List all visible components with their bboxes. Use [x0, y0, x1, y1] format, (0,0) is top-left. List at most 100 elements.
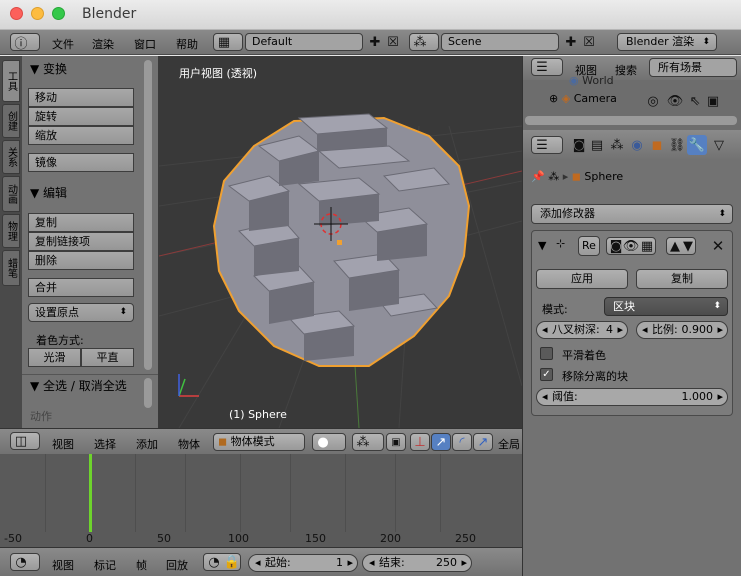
- remove-disconnected-checkbox[interactable]: ✓: [540, 368, 553, 381]
- collapse-icon[interactable]: ▼: [538, 239, 546, 252]
- delete-layout-icon[interactable]: ☒: [385, 34, 401, 50]
- transform-header[interactable]: ▼ 变换: [30, 60, 67, 77]
- end-frame-value: 250: [436, 556, 457, 569]
- add-scene-icon[interactable]: ✚: [563, 34, 579, 50]
- tab-grease-pencil[interactable]: 蜡笔: [2, 250, 20, 286]
- menu-marker[interactable]: 标记: [94, 557, 116, 573]
- scene-field[interactable]: Scene: [441, 33, 559, 51]
- pin-icon[interactable]: 📌: [531, 170, 545, 183]
- copy-button[interactable]: 复制: [636, 269, 728, 289]
- outliner-scrollbar[interactable]: [525, 116, 737, 125]
- screen-layout-field[interactable]: Default: [245, 33, 363, 51]
- tab-relations[interactable]: 关系: [2, 140, 20, 174]
- tab-physics[interactable]: 物理: [2, 214, 20, 248]
- mode-dropdown[interactable]: 区块 ⬍: [604, 297, 728, 316]
- render-engine-dropdown[interactable]: Blender 渲染 ⬍: [617, 33, 717, 51]
- scale-button[interactable]: 缩放: [28, 126, 134, 145]
- data-tab-icon[interactable]: ▽: [711, 137, 727, 153]
- maximize-window-button[interactable]: [52, 7, 65, 20]
- menu-render[interactable]: 渲染: [92, 36, 114, 52]
- viewport-scene: [159, 113, 522, 428]
- octree-depth-field[interactable]: ◂ 八叉树深: 4 ▸: [536, 321, 628, 339]
- outliner-item-world[interactable]: ◉ World: [569, 74, 614, 87]
- duplicate-linked-button[interactable]: 复制链接项: [28, 232, 134, 251]
- outliner-scope-dropdown[interactable]: 所有场景: [649, 58, 737, 77]
- editor-type-button[interactable]: ⓘ: [10, 33, 40, 52]
- timeline[interactable]: -50 0 50 100 150 200 250: [0, 454, 522, 547]
- menu-frame[interactable]: 帧: [136, 557, 147, 573]
- world-tab-icon[interactable]: ◉: [629, 137, 645, 153]
- menu-view[interactable]: 视图: [52, 557, 74, 573]
- end-frame-field[interactable]: ◂ 结束: 250 ▸: [362, 554, 472, 572]
- mode-dropdown[interactable]: ◼ 物体模式: [213, 433, 305, 451]
- tool-shelf-scrollbar[interactable]: [144, 60, 152, 370]
- translate-manipulator[interactable]: ⊥: [410, 433, 430, 451]
- viewport-shading-dropdown[interactable]: ●: [312, 433, 346, 451]
- 3d-viewport[interactable]: 用户视图 (透视) (1) Sphere: [159, 56, 522, 428]
- remove-modifier-icon[interactable]: ✕: [710, 237, 726, 255]
- menu-window[interactable]: 窗口: [134, 36, 156, 52]
- screen-layout-type-button[interactable]: ▦: [213, 33, 243, 51]
- menu-file[interactable]: 文件: [52, 36, 74, 52]
- delete-button[interactable]: 删除: [28, 251, 134, 270]
- menu-add[interactable]: 添加: [136, 436, 158, 452]
- object-tab-icon[interactable]: ◼: [649, 137, 665, 153]
- timeline-editor-type-button[interactable]: ◔: [10, 553, 40, 571]
- scale-manipulator[interactable]: ◜: [452, 433, 472, 451]
- threshold-field[interactable]: ◂ 阈值: 1.000 ▸: [536, 388, 728, 406]
- tab-animation[interactable]: 动画: [2, 176, 20, 212]
- manipulator-toggle[interactable]: ▣: [386, 433, 406, 451]
- move-modifier-buttons[interactable]: ▲ ▼: [666, 237, 696, 255]
- modifier-visibility-toggles[interactable]: ◙ 👁 ▦: [606, 237, 656, 255]
- tool-shelf-scrollbar-lower[interactable]: [144, 378, 152, 408]
- move-button[interactable]: 移动: [28, 88, 134, 107]
- pivot-dropdown[interactable]: ⁂: [352, 433, 384, 451]
- camera-data-icon[interactable]: ◎: [645, 93, 661, 109]
- delete-scene-icon[interactable]: ☒: [581, 34, 597, 50]
- duplicate-button[interactable]: 复制: [28, 213, 134, 232]
- eye-icon[interactable]: 👁: [667, 93, 684, 109]
- smooth-shading-checkbox[interactable]: [540, 347, 553, 360]
- menu-help[interactable]: 帮助: [176, 36, 198, 52]
- transform-orientation[interactable]: 全局: [498, 436, 520, 452]
- minimize-window-button[interactable]: [31, 7, 44, 20]
- rotate-button[interactable]: 旋转: [28, 107, 134, 126]
- add-layout-icon[interactable]: ✚: [367, 34, 383, 50]
- rotate-manipulator[interactable]: ↗: [431, 433, 451, 451]
- transform-space-button[interactable]: ↗: [473, 433, 493, 451]
- mirror-button[interactable]: 镜像: [28, 153, 134, 172]
- modifiers-tab[interactable]: 🔧: [687, 135, 707, 155]
- menu-view[interactable]: 视图: [52, 436, 74, 452]
- set-origin-dropdown[interactable]: 设置原点 ⬍: [28, 303, 134, 322]
- close-window-button[interactable]: [10, 7, 23, 20]
- render-layers-tab-icon[interactable]: ▤: [589, 137, 605, 153]
- outliner-editor-type-button[interactable]: ☰: [531, 58, 563, 76]
- tab-create[interactable]: 创建: [2, 104, 20, 138]
- preview-range-toggle[interactable]: ◔ 🔒: [203, 553, 241, 571]
- scene-type-button[interactable]: ⁂: [409, 33, 439, 51]
- menu-select[interactable]: 选择: [94, 436, 116, 452]
- edit-header[interactable]: ▼ 编辑: [30, 184, 67, 201]
- modifier-name-field[interactable]: Re: [578, 236, 600, 256]
- render-icon[interactable]: ▣: [705, 93, 721, 109]
- viewport-editor-type-button[interactable]: ◫: [10, 432, 40, 450]
- apply-button[interactable]: 应用: [536, 269, 628, 289]
- select-toggle-header[interactable]: ▼ 全选 / 取消全选: [30, 377, 127, 394]
- join-button[interactable]: 合并: [28, 278, 134, 297]
- outliner-item-camera[interactable]: ⊕ ◈ Camera: [549, 92, 617, 105]
- start-frame-field[interactable]: ◂ 起始: 1 ▸: [248, 554, 358, 572]
- shade-flat-button[interactable]: 平直: [81, 348, 134, 367]
- menu-search[interactable]: 搜索: [615, 62, 637, 78]
- constraints-tab-icon[interactable]: ⛓: [669, 137, 686, 153]
- shade-smooth-button[interactable]: 光滑: [28, 348, 81, 367]
- properties-editor-type-button[interactable]: ☰: [531, 136, 563, 154]
- menu-object[interactable]: 物体: [178, 436, 200, 452]
- render-tab-icon[interactable]: ◙: [571, 137, 587, 153]
- menu-playback[interactable]: 回放: [166, 557, 188, 573]
- add-modifier-dropdown[interactable]: 添加修改器 ⬍: [531, 204, 733, 224]
- current-frame-cursor[interactable]: [89, 454, 92, 532]
- scale-field[interactable]: ◂ 比例: 0.900 ▸: [636, 321, 728, 339]
- scene-tab-icon[interactable]: ⁂: [609, 137, 625, 153]
- cursor-icon[interactable]: ⇖: [687, 93, 703, 109]
- tab-tools[interactable]: 工具: [2, 60, 20, 102]
